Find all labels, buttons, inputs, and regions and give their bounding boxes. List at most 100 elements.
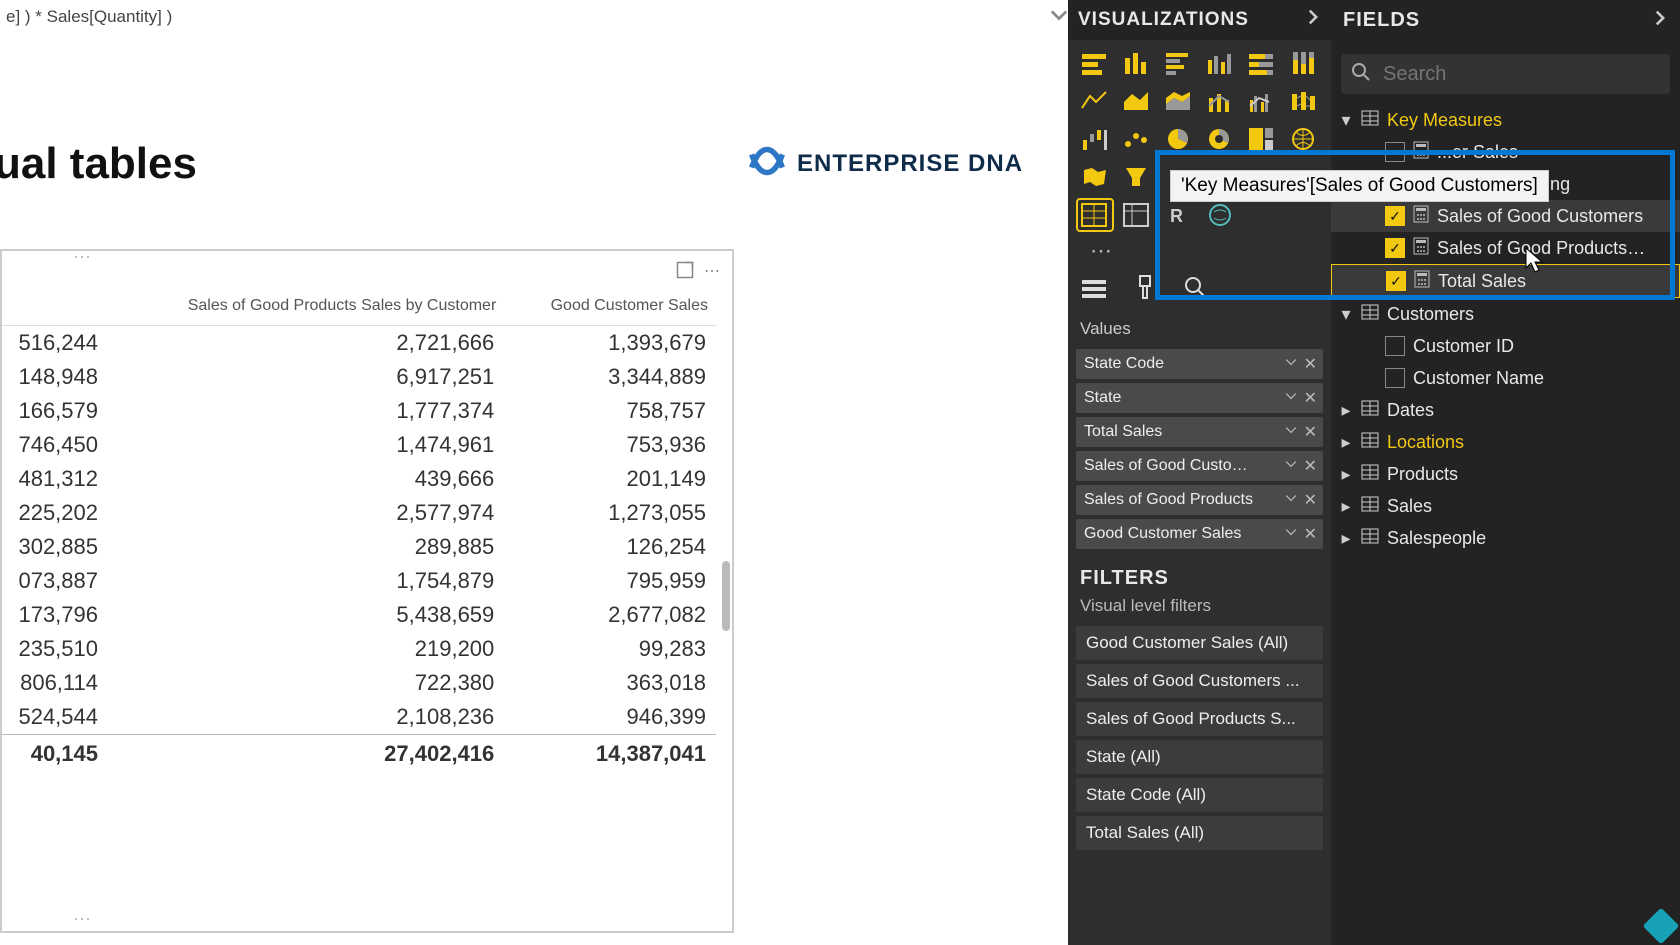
focus-mode-icon[interactable] (676, 261, 694, 284)
line-stacked-column-icon[interactable] (1203, 86, 1237, 116)
field-row[interactable]: ✓Sales of Good Customers (1331, 200, 1680, 232)
table-key-measures[interactable]: ▾Key Measures (1331, 104, 1680, 136)
fields-search[interactable] (1341, 54, 1670, 94)
table-row[interactable]: 166,5791,777,374758,757 (2, 394, 716, 428)
stacked-column-icon[interactable] (1120, 48, 1154, 78)
table-row[interactable]: 148,9486,917,2513,344,889 (2, 360, 716, 394)
fields-well-icon[interactable] (1080, 276, 1108, 307)
donut-chart-icon[interactable] (1203, 124, 1237, 154)
checkbox[interactable] (1385, 142, 1405, 162)
clustered-column-icon[interactable] (1203, 48, 1237, 78)
table-row[interactable]: 516,2442,721,6661,393,679 (2, 326, 716, 361)
chevron-right-icon[interactable] (1652, 9, 1668, 32)
table-row[interactable]: 524,5442,108,236946,399 (2, 700, 716, 735)
remove-icon[interactable]: ✕ (1304, 524, 1317, 544)
column-header[interactable]: Sales of Good Products Sales by Customer (108, 291, 504, 326)
table-products[interactable]: ▸Products (1331, 458, 1680, 490)
fields-header[interactable]: FIELDS (1331, 0, 1680, 40)
checkbox[interactable]: ✓ (1385, 238, 1405, 258)
field-wells-tabs[interactable] (1068, 268, 1331, 309)
value-pill[interactable]: Total Sales✕ (1076, 417, 1323, 447)
visual-header-menu[interactable]: ⋯ (676, 261, 720, 284)
report-canvas[interactable]: ual tables ENTERPRISE DNA ⋯ ⋯ ⋯ Sales of… (0, 34, 1068, 945)
search-input[interactable] (1381, 62, 1660, 87)
value-pill[interactable]: Good Customer Sales✕ (1076, 519, 1323, 549)
more-options-icon[interactable]: ⋯ (704, 261, 720, 284)
filter-pill[interactable]: State Code (All) (1076, 778, 1323, 812)
matrix-icon[interactable] (1120, 200, 1154, 230)
filter-pill[interactable]: Sales of Good Products S... (1076, 702, 1323, 736)
chevron-down-icon[interactable] (1285, 525, 1297, 543)
expand-formula-icon[interactable] (1050, 6, 1068, 29)
chevron-down-icon[interactable] (1285, 423, 1297, 441)
more-visuals-icon[interactable]: ⋯ (1078, 238, 1321, 264)
table-row[interactable]: 173,7965,438,6592,677,082 (2, 598, 716, 632)
filled-map-icon[interactable] (1078, 162, 1112, 192)
remove-icon[interactable]: ✕ (1304, 456, 1317, 476)
table-row[interactable]: 481,312439,666201,149 (2, 462, 716, 496)
checkbox[interactable] (1385, 336, 1405, 356)
filter-pill[interactable]: Total Sales (All) (1076, 816, 1323, 850)
format-well-icon[interactable] (1134, 274, 1156, 307)
filter-pill[interactable]: Good Customer Sales (All) (1076, 626, 1323, 660)
table-visual-icon[interactable] (1078, 200, 1112, 230)
checkbox[interactable] (1385, 368, 1405, 388)
remove-icon[interactable]: ✕ (1304, 490, 1317, 510)
table-row[interactable]: 806,114722,380363,018 (2, 666, 716, 700)
chevron-down-icon[interactable] (1285, 355, 1297, 373)
ribbon-chart-icon[interactable] (1287, 86, 1321, 116)
remove-icon[interactable]: ✕ (1304, 388, 1317, 408)
chevron-right-icon[interactable] (1305, 9, 1321, 31)
pie-chart-icon[interactable] (1162, 124, 1196, 154)
map-icon[interactable] (1287, 124, 1321, 154)
line-chart-icon[interactable] (1078, 86, 1112, 116)
python-visual-icon[interactable] (1204, 200, 1238, 230)
formula-bar[interactable]: e] ) * Sales[Quantity] ) (0, 0, 1074, 35)
table-row[interactable]: 073,8871,754,879795,959 (2, 564, 716, 598)
column-header[interactable]: Good Customer Sales (504, 291, 716, 326)
table-row[interactable]: 225,2022,577,9741,273,055 (2, 496, 716, 530)
area-chart-icon[interactable] (1120, 86, 1154, 116)
value-pill[interactable]: State✕ (1076, 383, 1323, 413)
value-pill[interactable]: Sales of Good Customers✕ (1076, 451, 1323, 481)
stacked-bar-100-icon[interactable] (1245, 48, 1279, 78)
scatter-icon[interactable] (1120, 124, 1154, 154)
field-row[interactable]: Customer ID (1331, 330, 1680, 362)
chevron-down-icon[interactable] (1285, 491, 1297, 509)
field-row[interactable]: Customer Name (1331, 362, 1680, 394)
r-visual-icon[interactable]: R (1162, 200, 1196, 230)
stacked-area-icon[interactable] (1162, 86, 1196, 116)
scrollbar-thumb[interactable] (722, 561, 730, 631)
table-locations[interactable]: ▸Locations (1331, 426, 1680, 458)
drag-handle-icon[interactable]: ⋯ (72, 915, 92, 929)
field-row[interactable]: ✓Total Sales (1331, 264, 1680, 298)
checkbox[interactable]: ✓ (1385, 206, 1405, 226)
analytics-well-icon[interactable] (1182, 274, 1210, 307)
filter-pill[interactable]: State (All) (1076, 740, 1323, 774)
checkbox[interactable]: ✓ (1386, 271, 1406, 291)
table-visual[interactable]: ⋯ ⋯ ⋯ Sales of Good Products Sales by Cu… (0, 249, 734, 933)
remove-icon[interactable]: ✕ (1304, 354, 1317, 374)
waterfall-icon[interactable] (1078, 124, 1112, 154)
field-row[interactable]: ✓Sales of Good Products Sa... (1331, 232, 1680, 264)
table-row[interactable]: 746,4501,474,961753,936 (2, 428, 716, 462)
value-pill[interactable]: State Code✕ (1076, 349, 1323, 379)
chevron-down-icon[interactable] (1285, 389, 1297, 407)
stacked-bar-icon[interactable] (1078, 48, 1112, 78)
stacked-column-100-icon[interactable] (1287, 48, 1321, 78)
field-row[interactable]: ...er Sales (1331, 136, 1680, 168)
remove-icon[interactable]: ✕ (1304, 422, 1317, 442)
line-clustered-column-icon[interactable] (1245, 86, 1279, 116)
table-row[interactable]: 235,510219,20099,283 (2, 632, 716, 666)
visual-gallery[interactable]: R ⋯ (1068, 40, 1331, 268)
column-header[interactable] (2, 291, 108, 326)
table-salespeople[interactable]: ▸Salespeople (1331, 522, 1680, 554)
treemap-icon[interactable] (1245, 124, 1279, 154)
clustered-bar-icon[interactable] (1162, 48, 1196, 78)
visualizations-header[interactable]: VISUALIZATIONS (1068, 0, 1331, 40)
value-pill[interactable]: Sales of Good Products✕ (1076, 485, 1323, 515)
drag-handle-icon[interactable]: ⋯ (72, 253, 92, 267)
filter-pill[interactable]: Sales of Good Customers ... (1076, 664, 1323, 698)
table-sales[interactable]: ▸Sales (1331, 490, 1680, 522)
funnel-icon[interactable] (1120, 162, 1154, 192)
